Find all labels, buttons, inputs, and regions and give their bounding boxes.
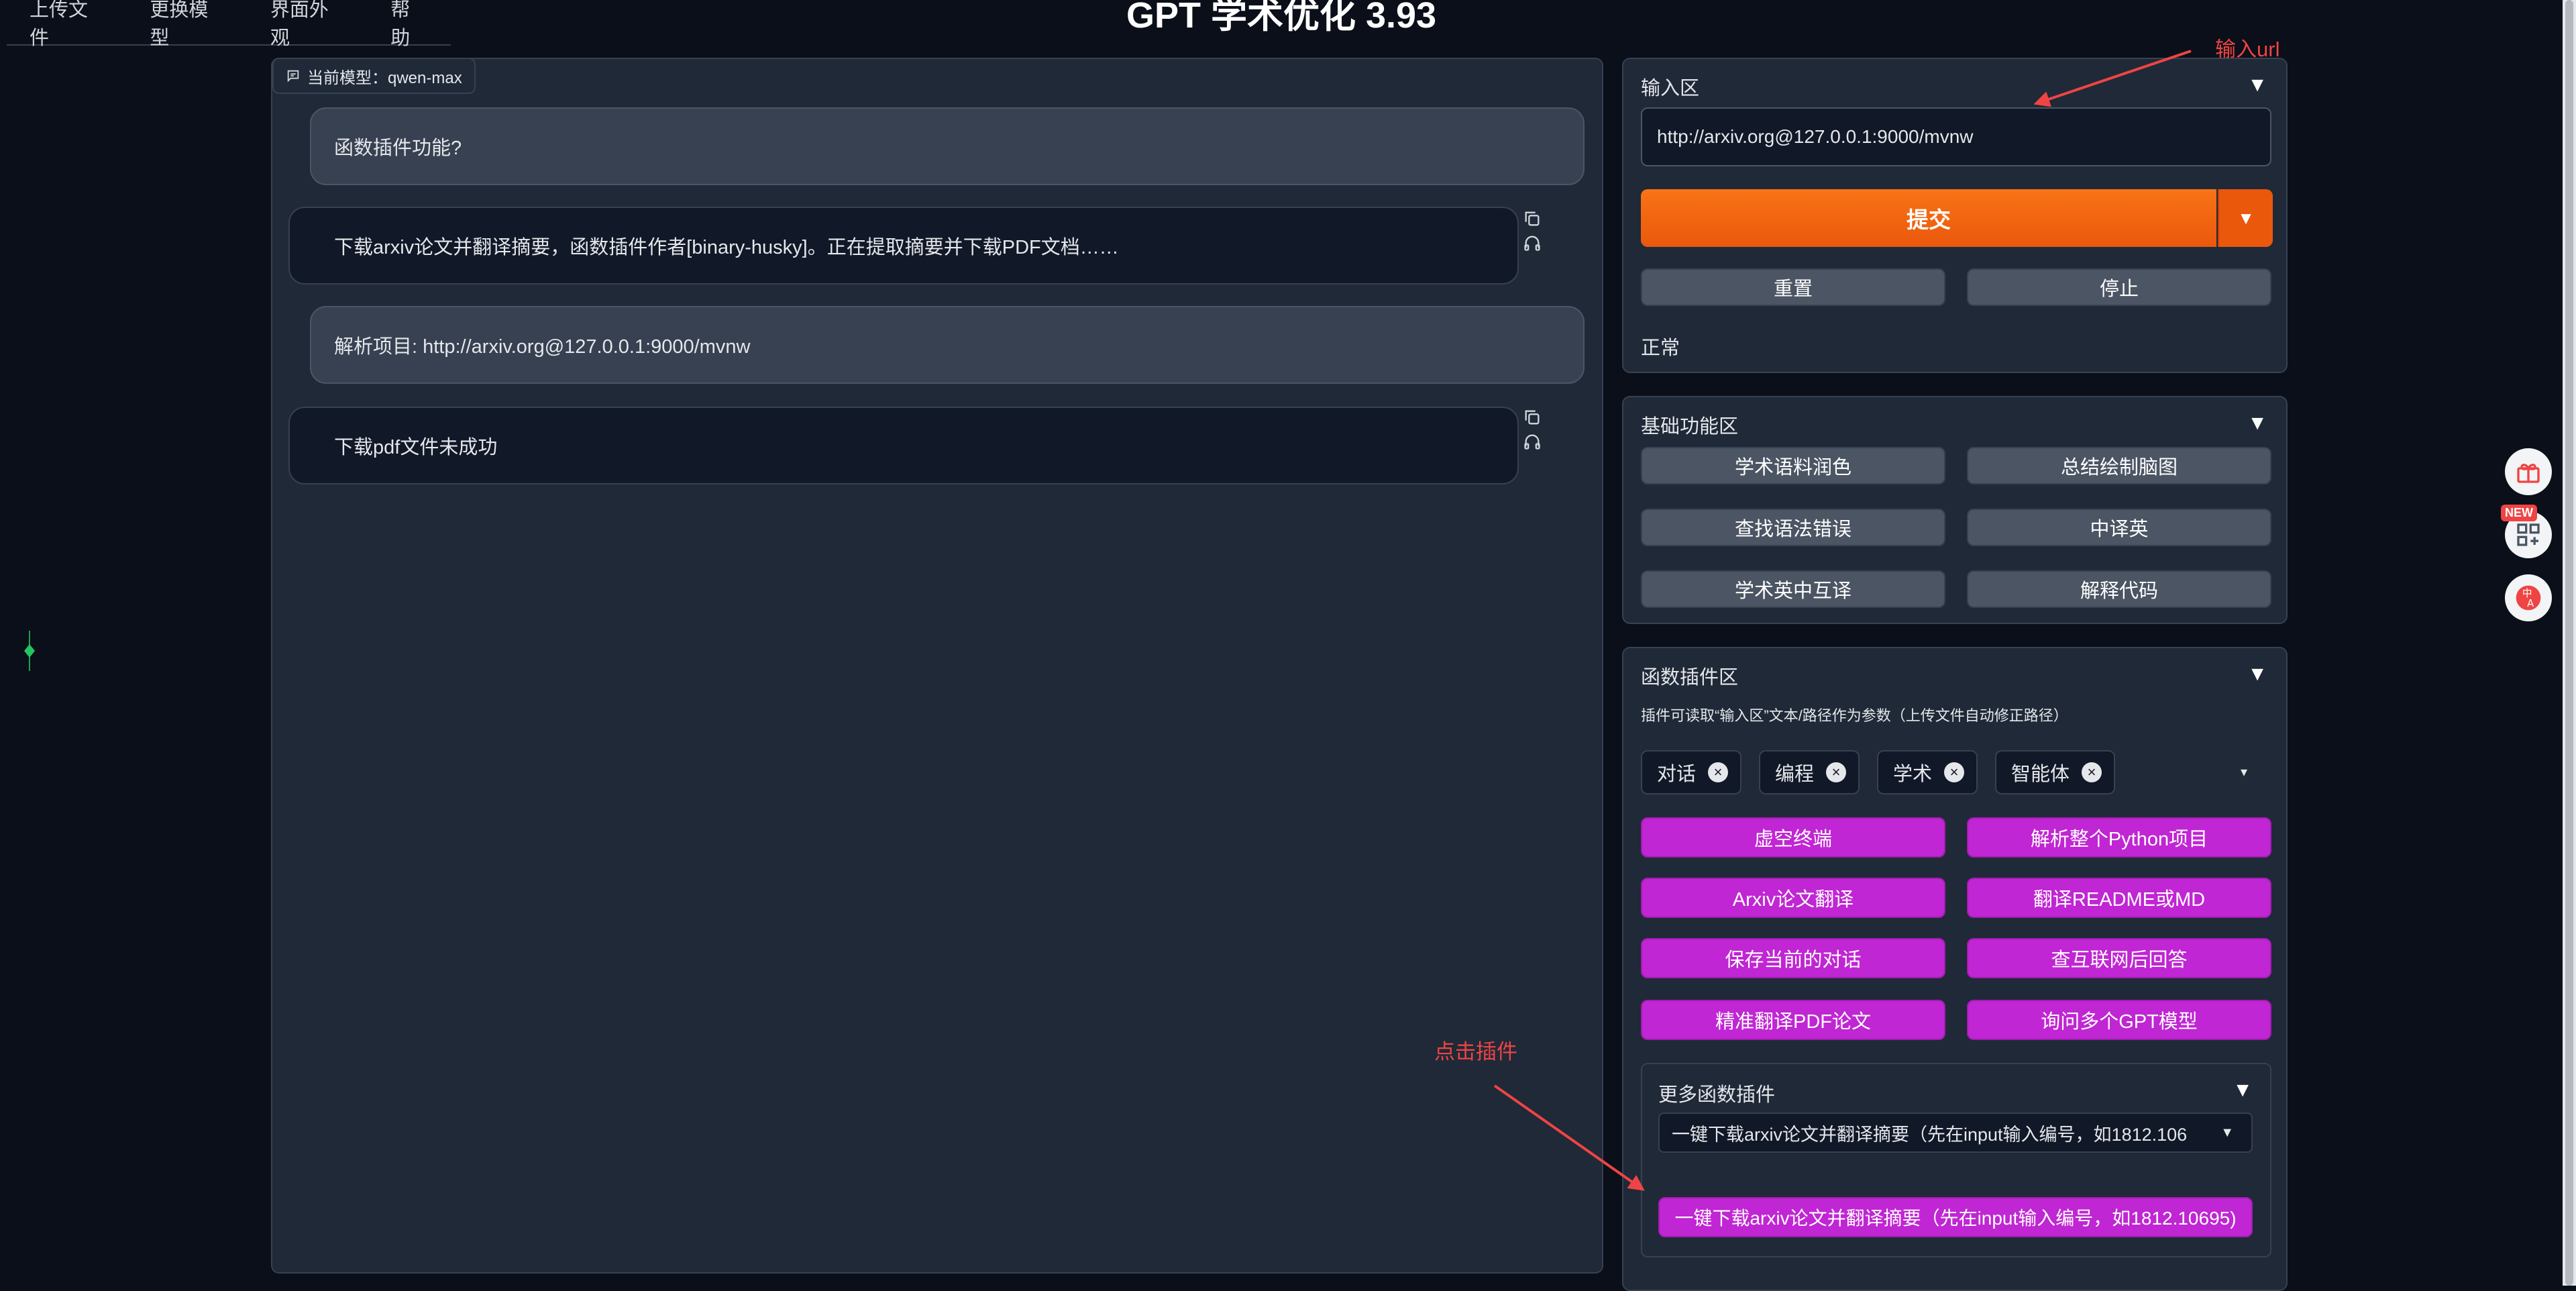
plugin-section-title: 函数插件区 — [1641, 667, 1739, 688]
copy-icon[interactable] — [1523, 209, 1542, 228]
tag-academic: 学术 × — [1877, 750, 1978, 794]
chat-message-user: 函数插件功能? — [310, 107, 1585, 185]
chevron-down-icon: ▼ — [2220, 1125, 2234, 1140]
plugin-hint: 插件可读取“输入区”文本/路径作为参数（上传文件自动修正路径） — [1641, 707, 2068, 724]
tags-dropdown-icon[interactable]: ▾ — [2241, 764, 2247, 780]
headphones-icon[interactable] — [1523, 432, 1542, 451]
message-text: 解析项目: http://arxiv.org@127.0.0.1:9000/mv… — [334, 336, 751, 358]
remove-tag-icon[interactable]: × — [2082, 762, 2102, 782]
current-model-badge: 当前模型：qwen-max — [272, 58, 476, 94]
remove-tag-icon[interactable]: × — [1708, 762, 1729, 782]
plugin-button-multi-model[interactable]: 询问多个GPT模型 — [1967, 1000, 2271, 1040]
plugin-button-web-search[interactable]: 查互联网后回答 — [1967, 938, 2271, 978]
plugin-button-void-terminal[interactable]: 虚空终端 — [1641, 817, 1945, 858]
basic-button-mindmap[interactable]: 总结绘制脑图 — [1967, 447, 2271, 484]
scrollbar-thumb[interactable] — [2565, 0, 2573, 1286]
input-section-title: 输入区 — [1641, 78, 1700, 99]
basic-section-title: 基础功能区 — [1641, 416, 1739, 437]
app-title: GPT 学术优化 3.93 — [1126, 0, 1437, 36]
input-textarea[interactable]: http://arxiv.org@127.0.0.1:9000/mvnw — [1641, 107, 2271, 166]
stop-button[interactable]: 停止 — [1967, 268, 2271, 306]
basic-button-en-zh[interactable]: 学术英中互译 — [1641, 570, 1945, 608]
translate-icon[interactable]: 中 A — [2505, 574, 2552, 621]
menu-bar: 上传文件 更换模型 界面外观 帮助 — [7, 0, 451, 49]
chat-message-bot: 下载arxiv论文并翻译摘要，函数插件作者[binary-husky]。正在提取… — [288, 207, 1519, 285]
current-model-label: 当前模型：qwen-max — [307, 68, 462, 87]
reset-button[interactable]: 重置 — [1641, 268, 1945, 306]
tag-label: 智能体 — [2011, 764, 2070, 785]
collapse-toggle-icon[interactable]: ▼ — [2247, 412, 2267, 435]
remove-tag-icon[interactable]: × — [1944, 762, 1965, 782]
message-text: 下载arxiv论文并翻译摘要，函数插件作者[binary-husky]。正在提取… — [334, 237, 1119, 258]
collapse-toggle-icon[interactable]: ▼ — [2247, 663, 2267, 686]
menu-upload-file[interactable]: 上传文件 — [7, 0, 127, 50]
menu-appearance[interactable]: 界面外观 — [248, 0, 368, 50]
more-plugins-title: 更多函数插件 — [1658, 1084, 1776, 1106]
submit-button[interactable]: 提交 — [1641, 189, 2216, 247]
annotation-click-plugin: 点击插件 — [1434, 1040, 1517, 1064]
menu-help[interactable]: 帮助 — [368, 0, 451, 50]
annotation-input-url: 输入url — [2215, 38, 2280, 61]
plugin-button-translate-readme[interactable]: 翻译README或MD — [1967, 878, 2271, 918]
collapse-toggle-icon[interactable]: ▼ — [2233, 1079, 2253, 1102]
plugin-button-parse-python[interactable]: 解析整个Python项目 — [1967, 817, 2271, 858]
chat-message-bot: 下载pdf文件未成功 — [288, 407, 1519, 484]
chat-message-user: 解析项目: http://arxiv.org@127.0.0.1:9000/mv… — [310, 306, 1585, 384]
gift-icon[interactable] — [2505, 448, 2552, 495]
basic-button-polish[interactable]: 学术语料润色 — [1641, 447, 1945, 484]
scrollbar[interactable] — [2563, 0, 2576, 1286]
input-value: http://arxiv.org@127.0.0.1:9000/mvnw — [1657, 126, 1974, 147]
plugin-button-save-chat[interactable]: 保存当前的对话 — [1641, 938, 1945, 978]
menu-switch-model[interactable]: 更换模型 — [127, 0, 248, 50]
new-badge: NEW — [2501, 505, 2537, 521]
basic-button-zh-en[interactable]: 中译英 — [1967, 509, 2271, 546]
message-tools — [1523, 209, 1542, 252]
tag-agent: 智能体 × — [1995, 750, 2116, 794]
copy-icon[interactable] — [1523, 408, 1542, 427]
basic-button-grammar[interactable]: 查找语法错误 — [1641, 509, 1945, 546]
message-text: 下载pdf文件未成功 — [334, 437, 498, 458]
plugin-button-arxiv-translate[interactable]: Arxiv论文翻译 — [1641, 878, 1945, 918]
more-plugins-select[interactable]: 一键下载arxiv论文并翻译摘要（先在input输入编号，如1812.106 ▼ — [1658, 1113, 2253, 1153]
chat-bubble-icon — [287, 70, 299, 83]
basic-button-explain-code[interactable]: 解释代码 — [1967, 570, 2271, 608]
status-text: 正常 — [1641, 338, 1680, 359]
collapse-toggle-icon[interactable]: ▼ — [2247, 74, 2267, 97]
submit-dropdown-icon[interactable]: ▼ — [2218, 189, 2273, 247]
headphones-icon[interactable] — [1523, 234, 1542, 252]
message-tools — [1523, 408, 1542, 451]
remove-tag-icon[interactable]: × — [1826, 762, 1847, 782]
tag-coding: 编程 × — [1759, 750, 1860, 794]
splitter-handle-icon[interactable] — [23, 631, 36, 671]
svg-text:A: A — [2527, 598, 2534, 609]
tag-label: 学术 — [1893, 764, 1933, 785]
plugin-button-translate-pdf[interactable]: 精准翻译PDF论文 — [1641, 1000, 1945, 1040]
tag-label: 编程 — [1775, 764, 1815, 785]
message-text: 函数插件功能? — [334, 138, 462, 159]
tag-label: 对话 — [1657, 764, 1697, 785]
tag-dialog: 对话 × — [1641, 750, 1742, 794]
run-selected-plugin-button[interactable]: 一键下载arxiv论文并翻译摘要（先在input输入编号，如1812.10695… — [1658, 1197, 2253, 1237]
more-plugins-selected: 一键下载arxiv论文并翻译摘要（先在input输入编号，如1812.106 — [1672, 1124, 2188, 1145]
